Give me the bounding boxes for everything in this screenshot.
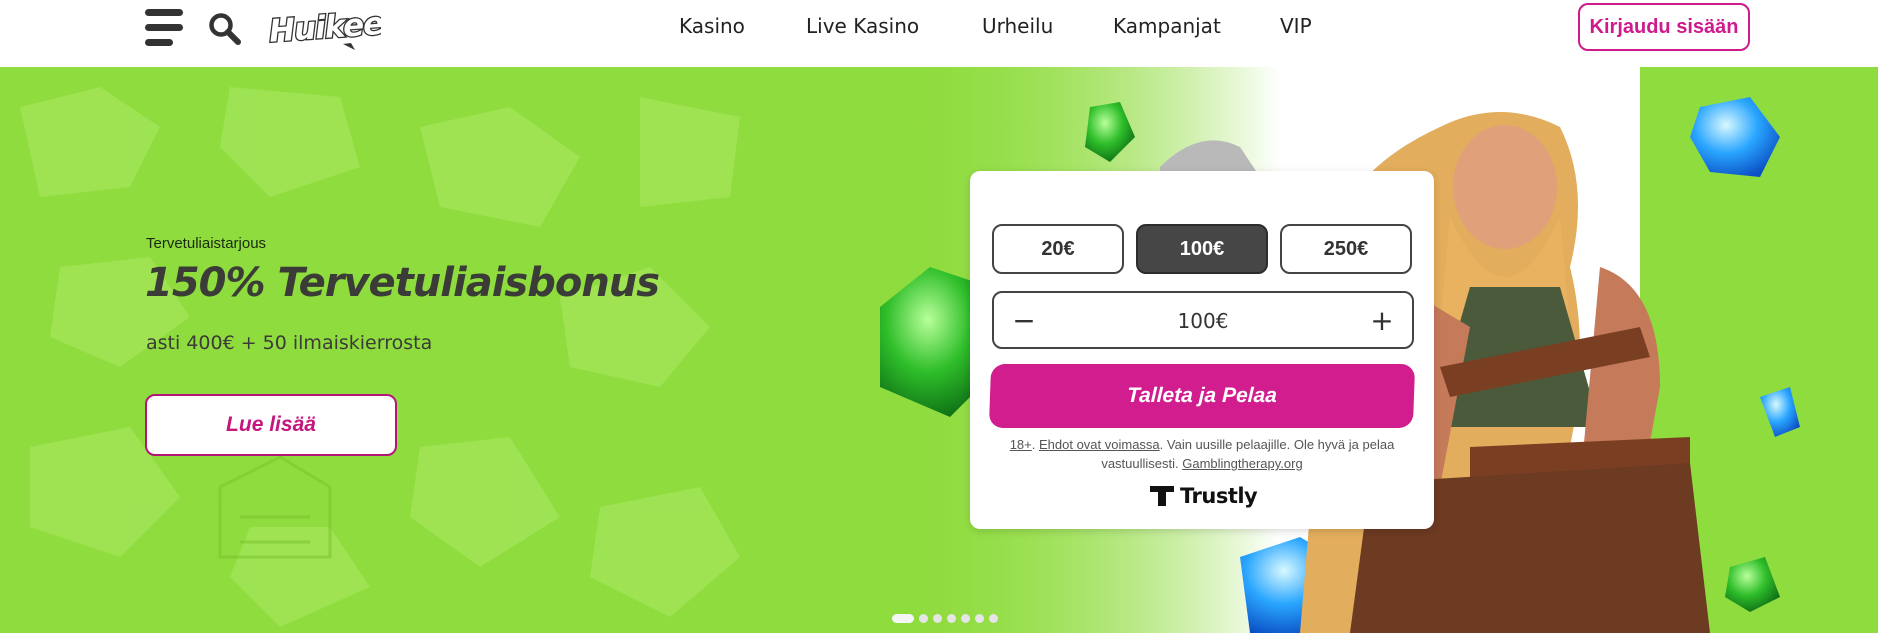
trustly-wordmark: Trustly [1180, 484, 1258, 508]
carousel-dots [892, 613, 998, 623]
amount-option-20[interactable]: 20€ [992, 224, 1124, 274]
carousel-dot[interactable] [975, 613, 984, 623]
deposit-and-play-button[interactable]: Talleta ja Pelaa [988, 364, 1416, 428]
read-more-button[interactable]: Lue lisää [145, 394, 397, 456]
carousel-dot[interactable] [989, 613, 998, 623]
nav-urheilu[interactable]: Urheilu [982, 14, 1053, 38]
hero-eyebrow: Tervetuliaistarjous [146, 235, 267, 252]
carousel-dot[interactable] [933, 613, 942, 623]
gambling-therapy-link[interactable]: Gamblingtherapy.org [1182, 456, 1302, 471]
age-limit-link[interactable]: 18+ [1010, 437, 1032, 452]
terms-link[interactable]: Ehdot ovat voimassa [1039, 437, 1160, 452]
amount-option-250[interactable]: 250€ [1280, 224, 1412, 274]
terms-separator: . [1031, 437, 1039, 452]
hero-subheadline: asti 400€ + 50 ilmaiskierrosta [146, 332, 433, 354]
hero-headline: 150% Tervetuliaisbonus [145, 260, 660, 306]
terms-notice: 18+. Ehdot ovat voimassa. Vain uusille p… [990, 435, 1414, 473]
trustly-icon [1150, 486, 1174, 506]
increase-amount-button[interactable]: + [1354, 293, 1410, 347]
carousel-dot[interactable] [961, 613, 970, 623]
nav-kampanjat[interactable]: Kampanjat [1113, 14, 1221, 38]
carousel-dot[interactable] [892, 613, 914, 623]
nav-kasino[interactable]: Kasino [679, 14, 745, 38]
amount-option-100[interactable]: 100€ [1136, 224, 1268, 274]
trustly-logo: Trustly [1150, 483, 1258, 509]
nav-live-kasino[interactable]: Live Kasino [806, 14, 919, 38]
login-button[interactable]: Kirjaudu sisään [1578, 3, 1750, 51]
carousel-dot[interactable] [919, 613, 928, 623]
deposit-card: 20€ 100€ 250€ − + Talleta ja Pelaa 18+. … [970, 171, 1434, 529]
hero-banner: Tervetuliaistarjous 150% Tervetuliaisbon… [0, 67, 1878, 633]
nav-vip[interactable]: VIP [1280, 14, 1312, 38]
decrease-amount-button[interactable]: − [996, 293, 1052, 347]
site-header: Huikee Kasino Live Kasino Urheilu Kampan… [0, 0, 1878, 67]
amount-input[interactable] [1054, 293, 1352, 349]
amount-stepper: − + [992, 291, 1414, 349]
carousel-dot[interactable] [947, 613, 956, 623]
